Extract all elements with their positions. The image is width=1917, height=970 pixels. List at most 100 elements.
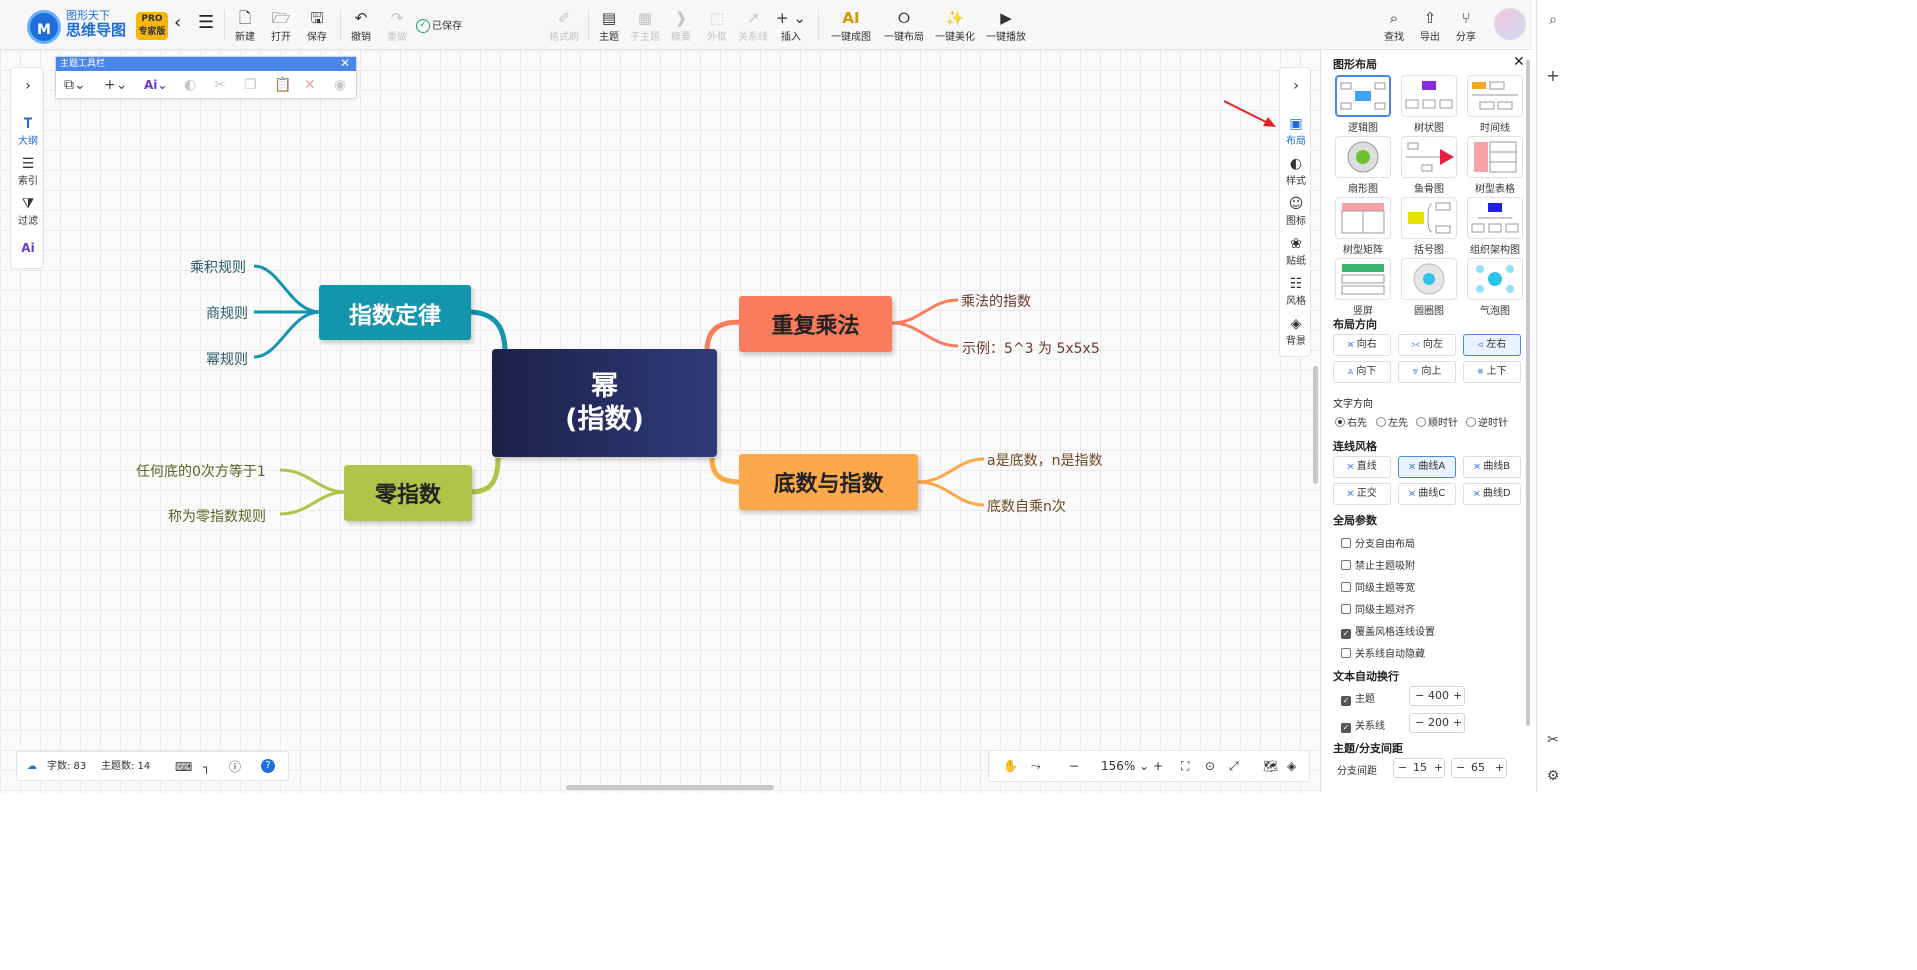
copy-icon[interactable]: ❐	[244, 77, 257, 93]
background-tab[interactable]: ◈ 背景	[1280, 316, 1312, 347]
leaf-base1[interactable]: a是底数，n是指数	[987, 450, 1102, 470]
center-icon[interactable]: ⊙	[1205, 757, 1215, 775]
index-tab[interactable]: ☰ 索引	[11, 156, 45, 187]
line-curve-b[interactable]: ⪤ 曲线B	[1463, 456, 1521, 478]
topic-laws[interactable]: 指数定律	[319, 285, 471, 340]
layout-card-vertical[interactable]	[1335, 258, 1391, 300]
leaf-quotient[interactable]: 商规则	[206, 303, 248, 323]
leaf-power[interactable]: 幂规则	[206, 349, 248, 369]
layout-card-bubble[interactable]	[1467, 258, 1523, 300]
layout-card-tree[interactable]	[1401, 75, 1457, 117]
line-orthogonal[interactable]: ⪤ 正交	[1333, 483, 1391, 505]
sticker-tab[interactable]: ❀ 贴纸	[1280, 236, 1312, 267]
wrap-topic-option[interactable]: ✓ 主题	[1341, 690, 1375, 706]
topic-zero[interactable]: 零指数	[344, 465, 472, 521]
side-panel-scrollbar[interactable]	[1526, 60, 1530, 726]
path-icon[interactable]: ⤳	[1031, 757, 1041, 775]
vertical-scrollbar[interactable]	[1313, 366, 1318, 484]
leaf-mult-exp[interactable]: 乘法的指数	[961, 291, 1031, 311]
expand-chevron-icon[interactable]: ›	[11, 78, 45, 94]
layout-card-timeline[interactable]	[1467, 75, 1523, 117]
leaf-zero1[interactable]: 任何底的0次方等于1	[136, 461, 266, 481]
ai-icon[interactable]: Ai⌄	[144, 77, 167, 93]
layout-card-bracket[interactable]	[1401, 197, 1457, 239]
share-button[interactable]: ⑂ 分享	[1449, 8, 1483, 46]
close-icon[interactable]: ✕	[340, 56, 350, 70]
topic-base[interactable]: 底数与指数	[739, 454, 918, 510]
collapse-chevron-icon[interactable]: ›	[1280, 78, 1312, 94]
close-icon[interactable]: ✕	[1513, 54, 1525, 70]
fit-icon[interactable]: ⛶	[1181, 757, 1189, 775]
filter-tab[interactable]: ⧩ 过滤	[11, 196, 45, 227]
search-icon[interactable]: ⌕	[1537, 12, 1568, 28]
structure-icon[interactable]: ┐	[203, 758, 210, 776]
layers-icon[interactable]: ◈	[1287, 757, 1296, 775]
eye-icon[interactable]: ◉	[334, 77, 346, 93]
layout-card-fishbone[interactable]	[1401, 136, 1457, 178]
direction-right[interactable]: ⪤ 向右	[1333, 334, 1391, 356]
hand-icon[interactable]: ✋	[1003, 757, 1018, 775]
zoom-out-icon[interactable]: −	[1069, 757, 1079, 775]
screenshot-icon[interactable]: ✂	[1537, 732, 1568, 748]
add-topic-icon[interactable]: ⧉⌄	[64, 77, 86, 93]
layout-card-circle[interactable]	[1401, 258, 1457, 300]
icon-tab[interactable]: ☺ 图标	[1280, 196, 1312, 227]
info-icon[interactable]: ⓘ	[229, 758, 241, 776]
wrap-relation-stepper[interactable]: −200 +	[1409, 713, 1465, 733]
layout-card-fan[interactable]	[1335, 136, 1391, 178]
map-icon[interactable]: 🗺	[1263, 757, 1278, 775]
plus-icon[interactable]: +⌄	[104, 77, 127, 93]
line-curve-c[interactable]: ⪤ 曲线C	[1398, 483, 1456, 505]
style-tab[interactable]: ◐ 样式	[1280, 156, 1312, 187]
palette-icon[interactable]: ◐	[184, 77, 196, 93]
option-free-branch[interactable]: 分支自由布局	[1341, 535, 1415, 550]
text-dir-clockwise[interactable]: 顺时针	[1416, 414, 1458, 429]
fullscreen-icon[interactable]: ⤢	[1229, 757, 1239, 775]
ai-tab[interactable]: Ai	[11, 240, 45, 256]
topic-repeat[interactable]: 重复乘法	[739, 296, 892, 352]
leaf-example[interactable]: 示例：5^3 为 5x5x5	[962, 338, 1100, 358]
text-dir-left-first[interactable]: 左先	[1376, 414, 1408, 429]
add-icon[interactable]: +	[1537, 66, 1568, 85]
layout-card-org[interactable]	[1467, 197, 1523, 239]
direction-up[interactable]: ⩔ 向上	[1398, 361, 1456, 383]
help-icon[interactable]: ?	[261, 759, 275, 773]
leaf-product[interactable]: 乘积规则	[190, 257, 246, 277]
wrap-topic-stepper[interactable]: −400 +	[1409, 686, 1465, 706]
option-align[interactable]: 同级主题对齐	[1341, 601, 1415, 616]
text-dir-right-first[interactable]: 右先	[1335, 414, 1367, 429]
paste-icon[interactable]: 📋	[274, 77, 291, 93]
option-equal-width[interactable]: 同级主题等宽	[1341, 579, 1415, 594]
user-avatar[interactable]	[1494, 8, 1526, 40]
wrap-relation-option[interactable]: ✓ 关系线	[1341, 717, 1385, 733]
branch-spacing-stepper-2[interactable]: −65 +	[1451, 758, 1507, 778]
outline-tab[interactable]: 𝐓 大纲	[11, 116, 45, 147]
branch-spacing-stepper-1[interactable]: −15 +	[1393, 758, 1445, 778]
option-auto-hide-relations[interactable]: 关系线自动隐藏	[1341, 645, 1425, 660]
layout-card-tree-matrix[interactable]	[1335, 197, 1391, 239]
direction-left[interactable]: ⪥ 向左	[1398, 334, 1456, 356]
settings-icon[interactable]: ⚙	[1537, 768, 1568, 784]
zoom-in-icon[interactable]: +	[1153, 757, 1163, 775]
option-override-lines[interactable]: ✓ 覆盖风格连线设置	[1341, 623, 1435, 639]
horizontal-scrollbar[interactable]	[566, 785, 774, 790]
zoom-select[interactable]: 156% ⌄	[1101, 757, 1149, 775]
delete-icon[interactable]: ✕	[304, 77, 316, 93]
center-topic[interactable]: 幂 (指数)	[492, 349, 717, 457]
scissors-icon[interactable]: ✂	[214, 77, 226, 93]
direction-updown[interactable]: ⨳ 上下	[1463, 361, 1521, 383]
text-dir-counterclockwise[interactable]: 逆时针	[1466, 414, 1508, 429]
leaf-base2[interactable]: 底数自乘n次	[987, 496, 1066, 516]
keyboard-icon[interactable]: ⌨	[175, 758, 192, 776]
direction-both[interactable]: ⪦ 左右	[1463, 334, 1521, 356]
layout-card-tree-table[interactable]	[1467, 136, 1523, 178]
line-curve-d[interactable]: ⪤ 曲线D	[1463, 483, 1521, 505]
line-straight[interactable]: ⪤ 直线	[1333, 456, 1391, 478]
line-curve-a[interactable]: ⪤ 曲线A	[1398, 456, 1456, 478]
option-no-snap[interactable]: 禁止主题吸附	[1341, 557, 1415, 572]
leaf-zero2[interactable]: 称为零指数规则	[168, 506, 266, 526]
layout-tab[interactable]: ▣ 布局	[1280, 116, 1312, 147]
layout-card-logic[interactable]	[1335, 75, 1391, 117]
direction-down[interactable]: ⩓ 向下	[1333, 361, 1391, 383]
theme-style-tab[interactable]: ☷ 风格	[1280, 276, 1312, 307]
